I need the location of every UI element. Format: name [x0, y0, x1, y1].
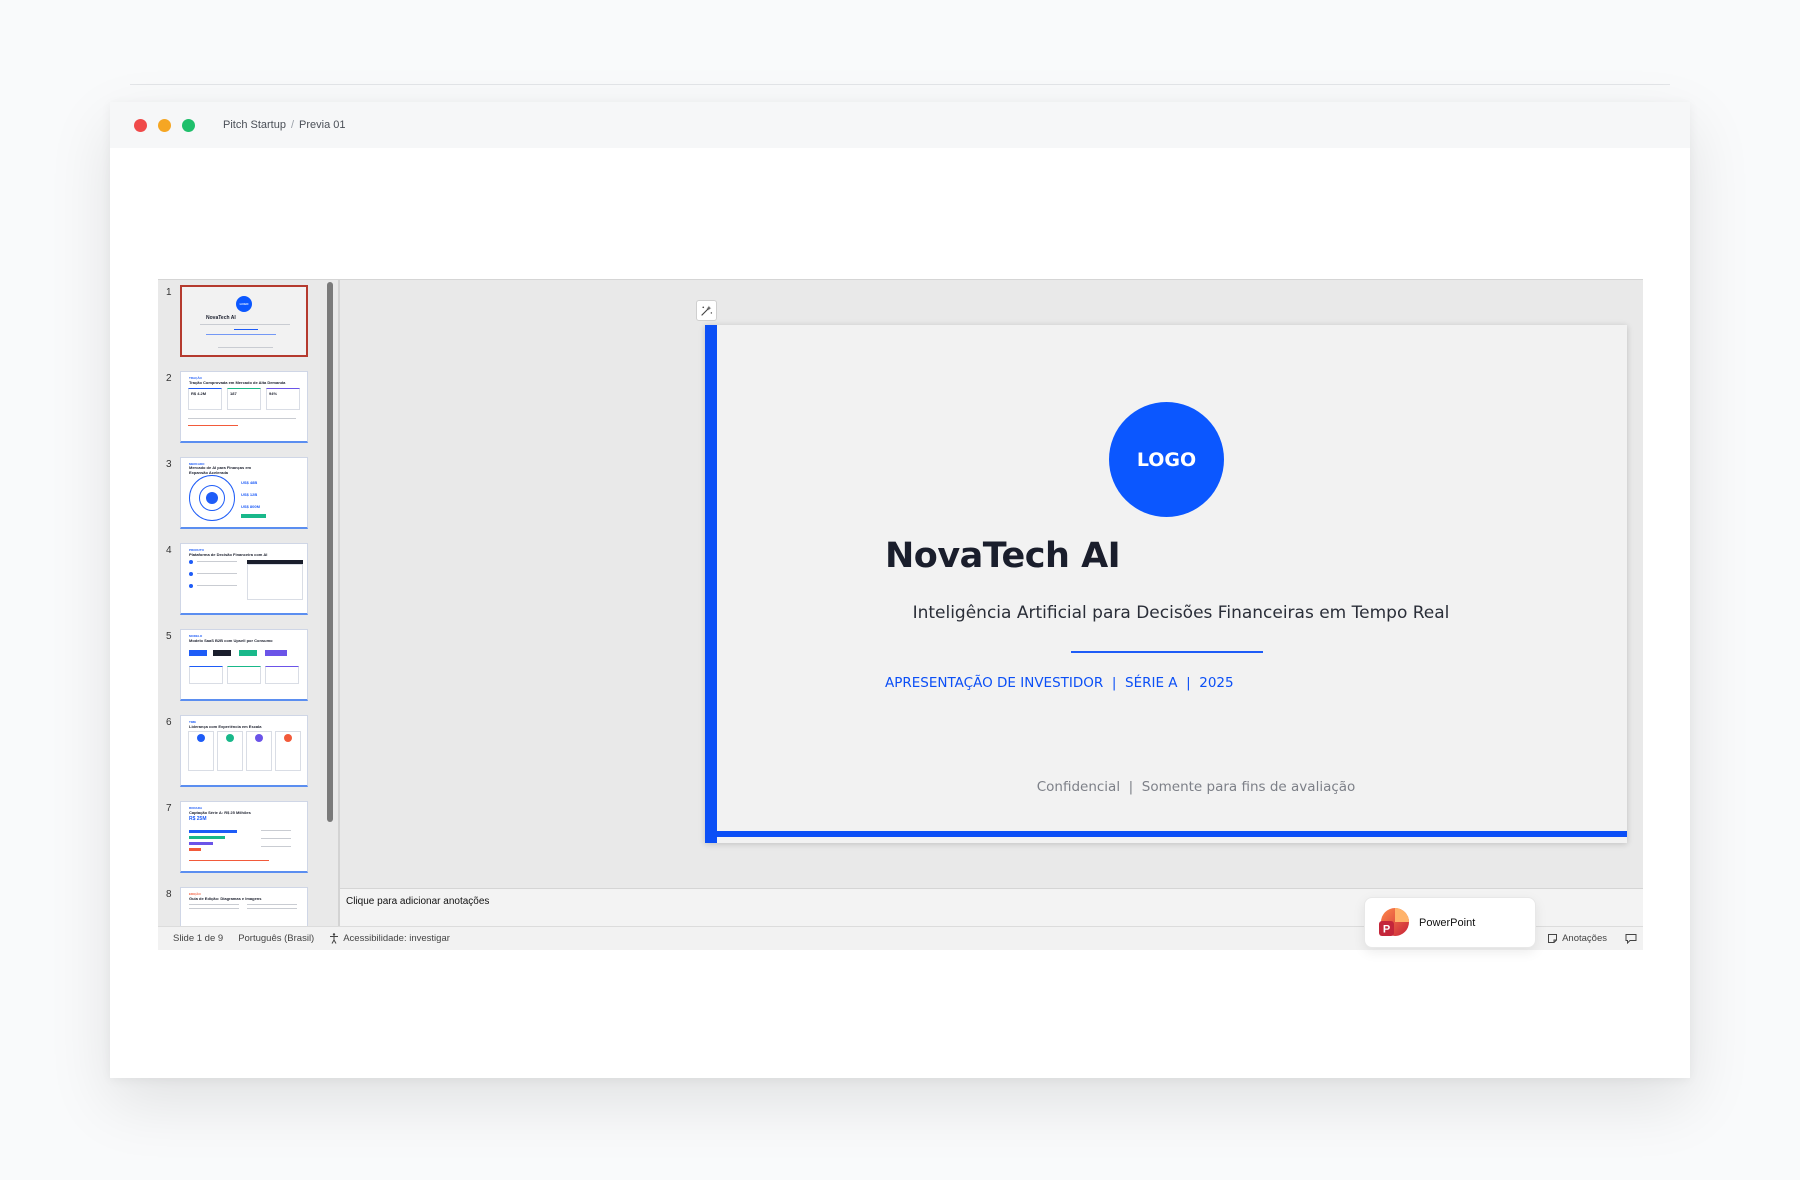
comments-icon: [1625, 934, 1637, 944]
thumbnail-item[interactable]: 3 MERCADO Mercado de AI para Finanças em…: [158, 457, 318, 531]
slide-thumbnail[interactable]: RODADA Captação Série A: R$ 25 Milhões R…: [180, 801, 308, 873]
breadcrumb-item-file[interactable]: Previa 01: [299, 119, 345, 131]
thumbnail-scrollbar-thumb[interactable]: [327, 282, 333, 822]
minimize-window-button[interactable]: [158, 118, 171, 132]
thumbnail-item[interactable]: 1 LOGO NovaTech AI: [158, 285, 318, 359]
breadcrumb-item-project[interactable]: Pitch Startup: [223, 119, 286, 131]
thumbnail-number: 1: [166, 287, 172, 298]
thumbnail-title: Tração Comprovada em Mercado de Alta Dem…: [189, 380, 286, 385]
window-controls: [134, 118, 195, 132]
thumbnail-item[interactable]: 2 TRAÇÃO Tração Comprovada em Mercado de…: [158, 371, 318, 445]
accessibility-icon: [330, 933, 339, 944]
powerpoint-viewer: 1 LOGO NovaTech AI 2 TRAÇÃO Tração Compr…: [158, 279, 1643, 950]
current-slide[interactable]: LOGO NovaTech AI Inteligência Artificial…: [705, 325, 1627, 843]
thumbnail-item[interactable]: 8 EDIÇÃO Guia de Edição: Diagramas e Ima…: [158, 887, 318, 926]
slide-thumbnail[interactable]: EDIÇÃO Guia de Edição: Diagramas e Image…: [180, 887, 308, 926]
thumbnail-item[interactable]: 6 TIME Liderança com Experiência em Esca…: [158, 715, 318, 789]
accessibility-label: Acessibilidade: investigar: [343, 933, 450, 944]
thumbnail-number: 3: [166, 459, 172, 470]
thumbnail-number: 5: [166, 631, 172, 642]
breadcrumb-separator: /: [290, 119, 295, 131]
breadcrumb: Pitch Startup / Previa 01: [223, 119, 346, 131]
page-top-divider: [130, 84, 1670, 85]
app-badge-label: PowerPoint: [1419, 916, 1476, 929]
svg-text:P: P: [1383, 923, 1390, 935]
slide-confidential-note[interactable]: Confidencial | Somente para fins de aval…: [705, 779, 1627, 795]
slide-thumbnail-panel: 1 LOGO NovaTech AI 2 TRAÇÃO Tração Compr…: [158, 280, 338, 926]
slide-subtitle[interactable]: Inteligência Artificial para Decisões Fi…: [705, 603, 1627, 623]
notes-placeholder: Clique para adicionar anotações: [346, 896, 490, 907]
thumbnail-item[interactable]: 5 MODELO Modelo SaaS B2B com Upsell por …: [158, 629, 318, 703]
maximize-window-button[interactable]: [182, 118, 195, 132]
slide-divider-line: [1071, 651, 1263, 653]
slide-accent-bar-bottom: [717, 831, 1627, 837]
notes-button-label: Anotações: [1562, 933, 1607, 944]
slide-accent-bar-left: [705, 325, 717, 843]
slide-thumbnail[interactable]: PRODUTO Plataforma de Decisão Financeira…: [180, 543, 308, 615]
thumbnail-logo: LOGO: [236, 296, 252, 312]
comments-button[interactable]: [1625, 933, 1637, 944]
slide-editor: LOGO NovaTech AI Inteligência Artificial…: [340, 280, 1643, 888]
slide-thumbnail[interactable]: TIME Liderança com Experiência em Escala: [180, 715, 308, 787]
window-titlebar: Pitch Startup / Previa 01: [110, 102, 1690, 148]
notes-button[interactable]: Anotações: [1547, 933, 1607, 944]
thumbnail-number: 2: [166, 373, 172, 384]
status-slide-count: Slide 1 de 9: [173, 933, 224, 944]
thumbnail-item[interactable]: 7 RODADA Captação Série A: R$ 25 Milhões…: [158, 801, 318, 875]
thumbnail-scrollbar[interactable]: [326, 282, 334, 922]
app-badge[interactable]: P PowerPoint: [1364, 897, 1536, 948]
slide-meta[interactable]: APRESENTAÇÃO DE INVESTIDOR | SÉRIE A | 2…: [885, 675, 1234, 691]
slide-thumbnail[interactable]: TRAÇÃO Tração Comprovada em Mercado de A…: [180, 371, 308, 443]
slide-logo[interactable]: LOGO: [1109, 402, 1224, 517]
designer-icon[interactable]: [696, 300, 717, 321]
thumbnail-number: 6: [166, 717, 172, 728]
powerpoint-logo-icon: P: [1376, 906, 1410, 940]
status-language[interactable]: Português (Brasil): [238, 933, 314, 944]
thumbnail-number: 8: [166, 889, 172, 900]
notes-icon: [1548, 934, 1558, 943]
thumbnail-item[interactable]: 4 PRODUTO Plataforma de Decisão Financei…: [158, 543, 318, 617]
close-window-button[interactable]: [134, 118, 147, 132]
thumbnail-number: 7: [166, 803, 172, 814]
slide-title[interactable]: NovaTech AI: [885, 536, 1121, 576]
slide-thumbnail[interactable]: MERCADO Mercado de AI para Finanças em E…: [180, 457, 308, 529]
thumbnail-number: 4: [166, 545, 172, 556]
status-accessibility[interactable]: Acessibilidade: investigar: [329, 933, 450, 944]
slide-thumbnail[interactable]: LOGO NovaTech AI: [180, 285, 308, 357]
slide-thumbnail[interactable]: MODELO Modelo SaaS B2B com Upsell por Co…: [180, 629, 308, 701]
thumbnail-title: NovaTech AI: [206, 315, 236, 321]
